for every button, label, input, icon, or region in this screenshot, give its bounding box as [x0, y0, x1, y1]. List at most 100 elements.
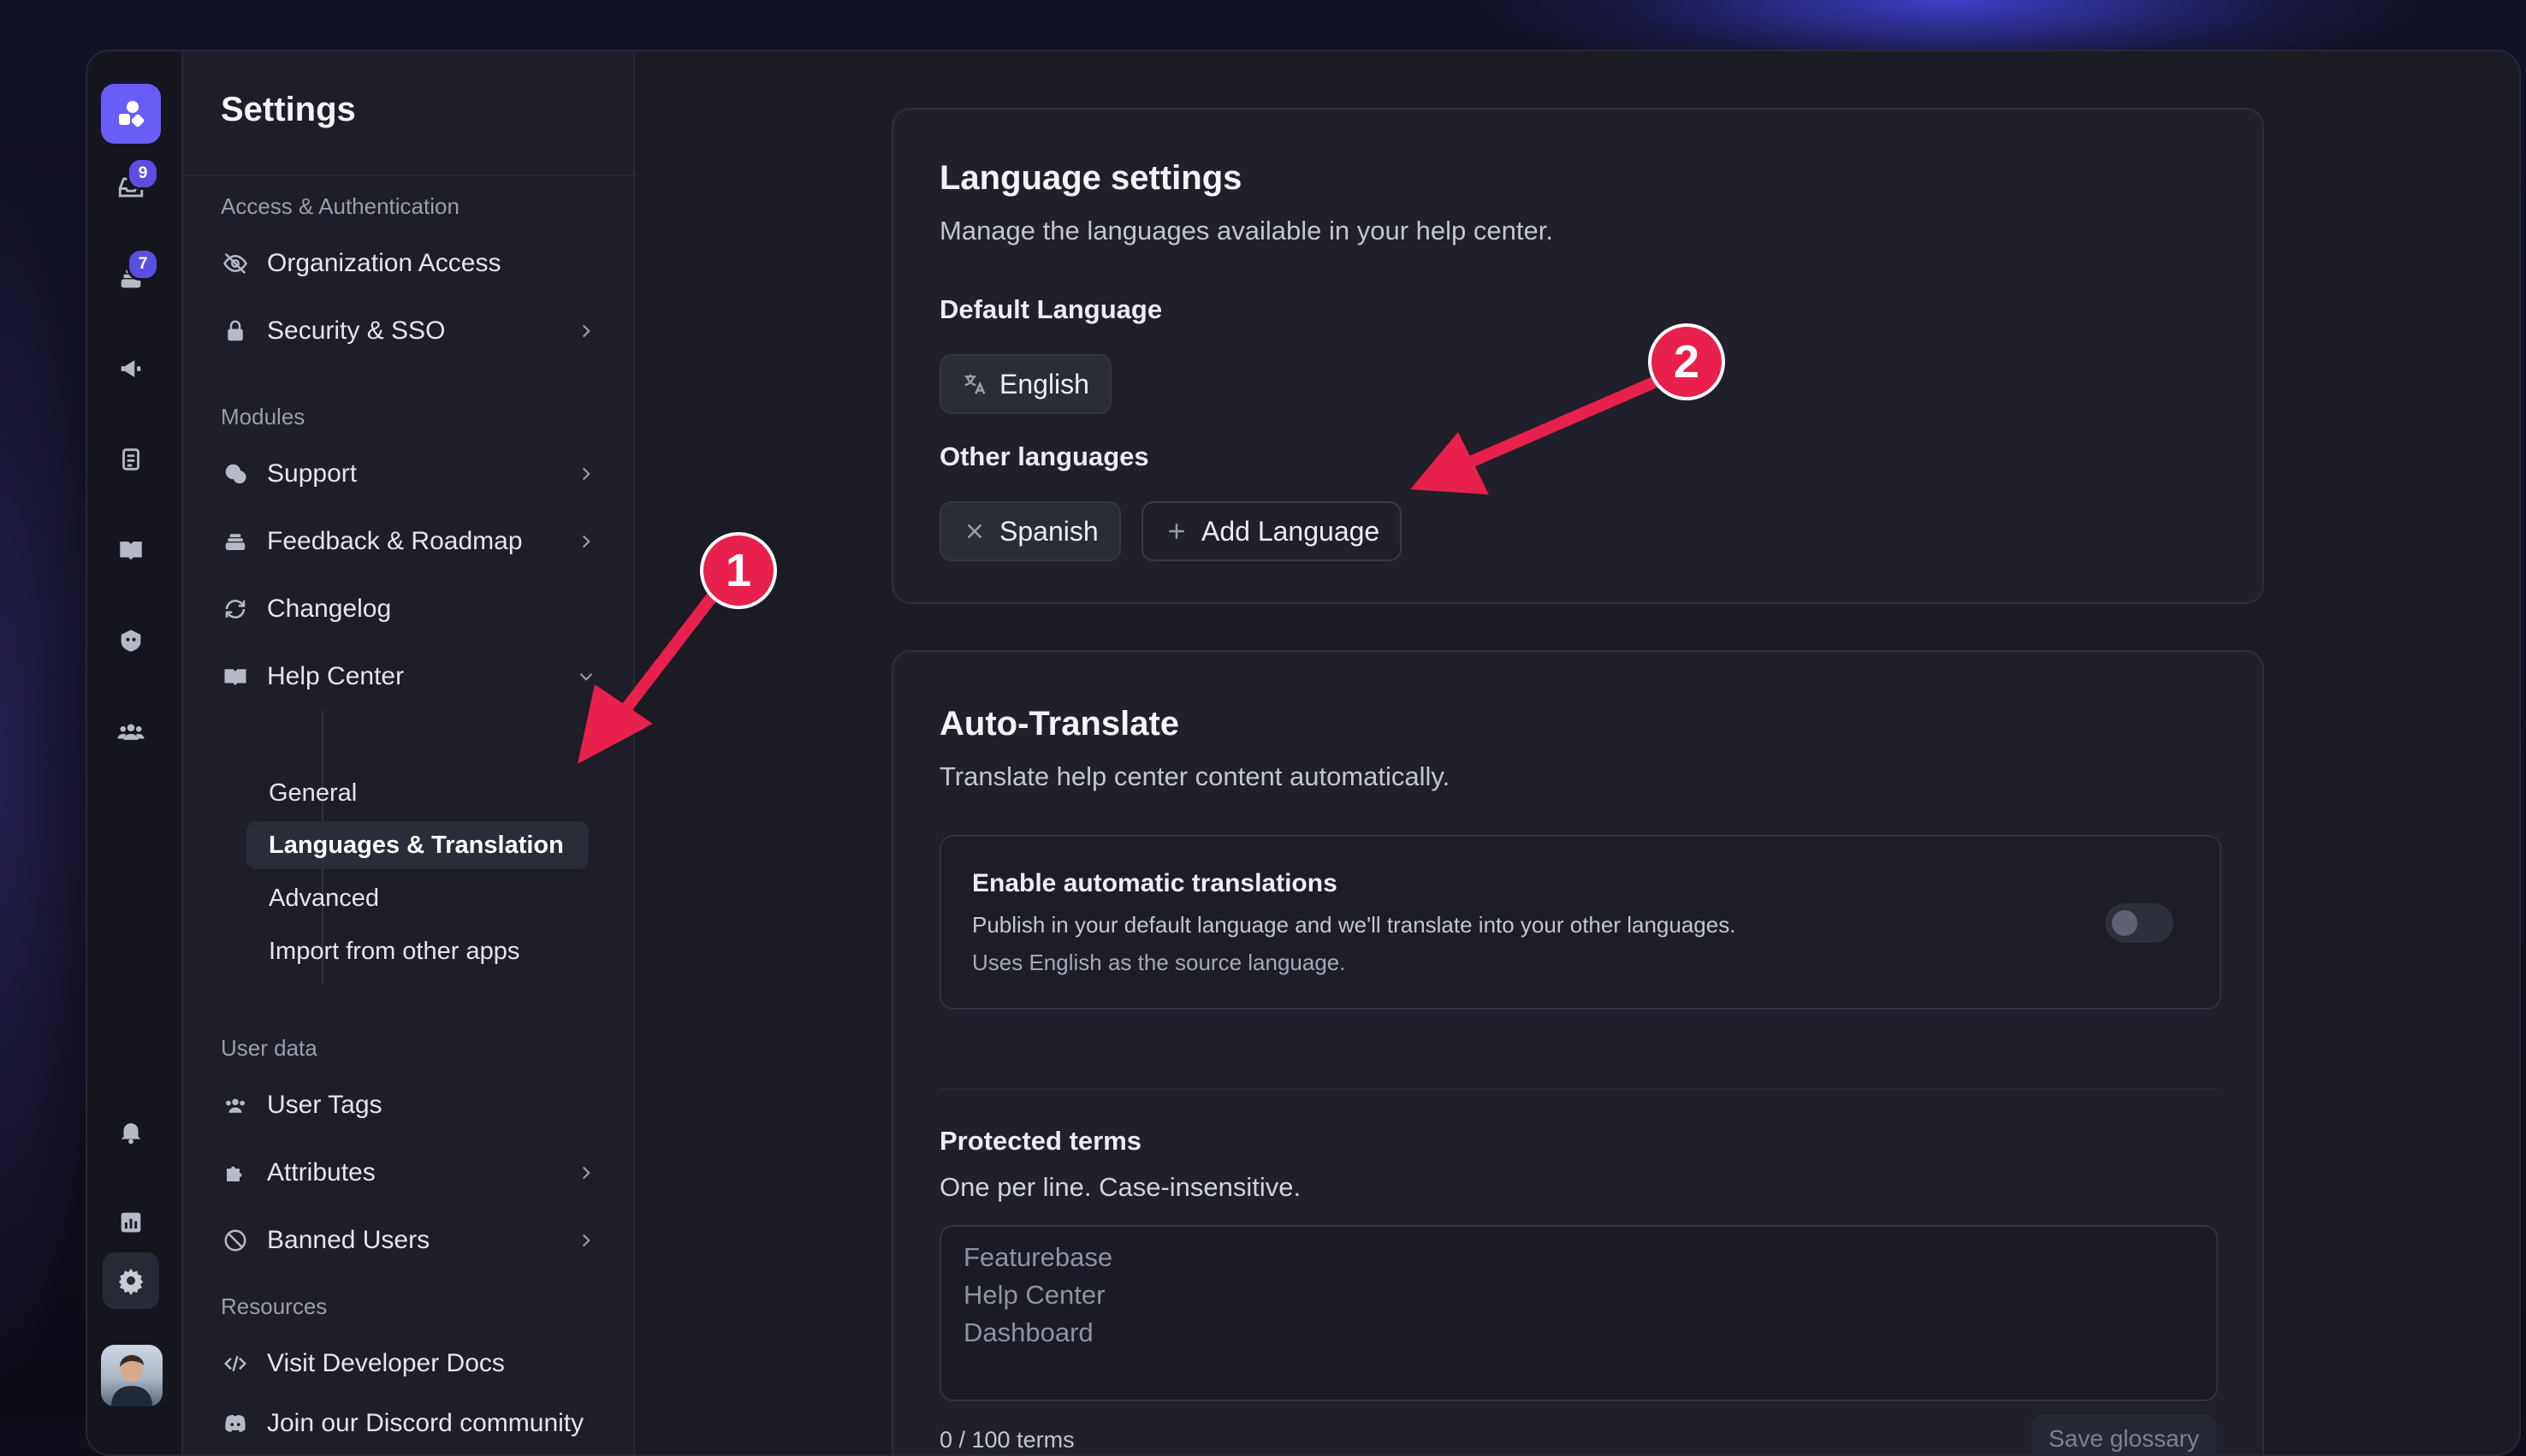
- placeholder-line: Featurebase: [964, 1242, 1113, 1272]
- section-modules: Modules: [221, 404, 305, 429]
- sidebar-item-changelog[interactable]: Changelog: [221, 583, 597, 635]
- section-user-data: User data: [221, 1035, 317, 1061]
- sidebar-item-label: Help Center: [267, 662, 405, 690]
- section-access: Access & Authentication: [221, 193, 460, 219]
- gear-icon[interactable]: [103, 1252, 159, 1309]
- docs-icon[interactable]: [103, 431, 159, 488]
- chevron-right-icon: [582, 324, 590, 338]
- sidebar-item-label: Feedback & Roadmap: [267, 527, 523, 555]
- placeholder-line: Help Center: [964, 1280, 1106, 1310]
- discord-icon: [221, 1409, 250, 1438]
- inbox-icon[interactable]: 9: [103, 157, 159, 216]
- sidebar-item-organization-access[interactable]: Organization Access: [221, 238, 597, 289]
- auto-translate-toggle[interactable]: [2105, 903, 2173, 943]
- ban-icon: [221, 1226, 250, 1255]
- add-language-button[interactable]: Add Language: [1141, 501, 1402, 561]
- translate-icon: [964, 374, 986, 394]
- callout-1: 1: [700, 532, 777, 609]
- icon-rail: 9 7: [87, 51, 181, 1454]
- subnav-import[interactable]: Import from other apps: [246, 927, 589, 975]
- subnav-languages-translation[interactable]: Languages & Translation: [246, 821, 589, 869]
- section-divider: [940, 1088, 2218, 1090]
- sidebar-item-attributes[interactable]: Attributes: [221, 1147, 597, 1199]
- sidebar-item-label: Banned Users: [267, 1226, 430, 1254]
- chat-icon: [221, 459, 250, 488]
- chevron-right-icon: [582, 467, 590, 481]
- sidebar-divider: [183, 175, 633, 176]
- sidebar-title: Settings: [221, 91, 356, 128]
- sidebar-item-feedback[interactable]: Feedback & Roadmap: [221, 516, 597, 567]
- sidebar-item-label: Security & SSO: [267, 317, 446, 345]
- book-icon[interactable]: [103, 522, 159, 578]
- language-chip-label: Spanish: [999, 515, 1099, 547]
- sidebar-item-user-tags[interactable]: User Tags: [221, 1080, 597, 1131]
- sidebar-item-help-center[interactable]: Help Center: [221, 651, 597, 702]
- auto-translate-option: Enable automatic translations Publish in…: [940, 835, 2221, 1009]
- save-glossary-button[interactable]: Save glossary: [2031, 1415, 2216, 1454]
- callout-2: 2: [1648, 323, 1725, 400]
- book-icon: [221, 662, 250, 691]
- avatar[interactable]: [101, 1345, 163, 1406]
- layers-icon: [221, 527, 250, 556]
- bell-icon[interactable]: [103, 1104, 159, 1160]
- toggle-description: Publish in your default language and we'…: [972, 912, 1736, 938]
- layers-icon[interactable]: 7: [103, 248, 159, 306]
- default-language-chip[interactable]: English: [940, 354, 1112, 414]
- language-settings-card: Language settings Manage the languages a…: [892, 108, 2264, 604]
- refresh-icon: [221, 595, 250, 624]
- plus-icon: [1169, 524, 1184, 539]
- subnav-advanced[interactable]: Advanced: [246, 874, 589, 922]
- eye-off-icon: [221, 249, 250, 278]
- users-icon[interactable]: [103, 703, 159, 760]
- sidebar-item-label: Visit Developer Docs: [267, 1349, 505, 1377]
- toggle-note: Uses English as the source language.: [972, 950, 1346, 975]
- add-language-label: Add Language: [1201, 515, 1380, 547]
- subnav-general[interactable]: General: [246, 769, 589, 817]
- default-language-label: Default Language: [940, 294, 1163, 324]
- sidebar-item-security[interactable]: Security & SSO: [221, 305, 597, 357]
- sidebar-item-discord[interactable]: Join our Discord community: [221, 1398, 597, 1449]
- protected-terms-desc: One per line. Case-insensitive.: [940, 1172, 1302, 1202]
- sidebar-item-label: Support: [267, 459, 358, 488]
- protected-terms-label: Protected terms: [940, 1126, 1142, 1156]
- other-languages-label: Other languages: [940, 441, 1149, 471]
- settings-sidebar: Settings Access & Authentication Organiz…: [181, 51, 635, 1454]
- chevron-right-icon: [582, 1166, 590, 1180]
- chevron-right-icon: [582, 1234, 590, 1247]
- logo-icon[interactable]: [101, 84, 161, 144]
- placeholder-line: Dashboard: [964, 1317, 1094, 1347]
- close-icon[interactable]: [962, 518, 987, 544]
- sidebar-item-support[interactable]: Support: [221, 448, 597, 500]
- feedback-badge: 7: [127, 248, 159, 281]
- users-icon: [221, 1091, 250, 1120]
- toggle-knob: [2112, 910, 2138, 936]
- language-settings-subtitle: Manage the languages available in your h…: [940, 216, 1553, 246]
- sidebar-item-banned-users[interactable]: Banned Users: [221, 1215, 597, 1266]
- chart-icon[interactable]: [103, 1194, 159, 1251]
- chevron-right-icon: [582, 535, 590, 548]
- auto-translate-subtitle: Translate help center content automatica…: [940, 761, 1450, 791]
- sidebar-item-label: Attributes: [267, 1158, 376, 1187]
- language-chip-spanish[interactable]: Spanish: [940, 501, 1121, 561]
- lock-icon: [221, 317, 250, 346]
- code-icon: [221, 1349, 250, 1378]
- language-settings-title: Language settings: [940, 159, 1242, 197]
- bot-icon[interactable]: [103, 613, 159, 669]
- inbox-badge: 9: [127, 157, 159, 190]
- protected-terms-textarea[interactable]: Featurebase Help Center Dashboard: [940, 1225, 2218, 1401]
- sidebar-item-label: Join our Discord community: [267, 1409, 584, 1437]
- toggle-title: Enable automatic translations: [972, 869, 1337, 897]
- sidebar-item-label: Changelog: [267, 595, 392, 623]
- chevron-down-icon: [579, 672, 593, 681]
- auto-translate-title: Auto-Translate: [940, 705, 1180, 743]
- terms-count: 0 / 100 terms: [940, 1427, 1075, 1453]
- section-resources: Resources: [221, 1293, 328, 1319]
- puzzle-icon: [221, 1158, 250, 1187]
- default-language-value: English: [999, 368, 1089, 400]
- sidebar-item-label: User Tags: [267, 1091, 382, 1119]
- app-window: 9 7 Settings Access & Authentication Org…: [86, 50, 2521, 1456]
- sidebar-item-label: Organization Access: [267, 249, 501, 277]
- sidebar-item-dev-docs[interactable]: Visit Developer Docs: [221, 1338, 597, 1389]
- megaphone-icon[interactable]: [103, 340, 159, 397]
- auto-translate-card: Auto-Translate Translate help center con…: [892, 650, 2264, 1454]
